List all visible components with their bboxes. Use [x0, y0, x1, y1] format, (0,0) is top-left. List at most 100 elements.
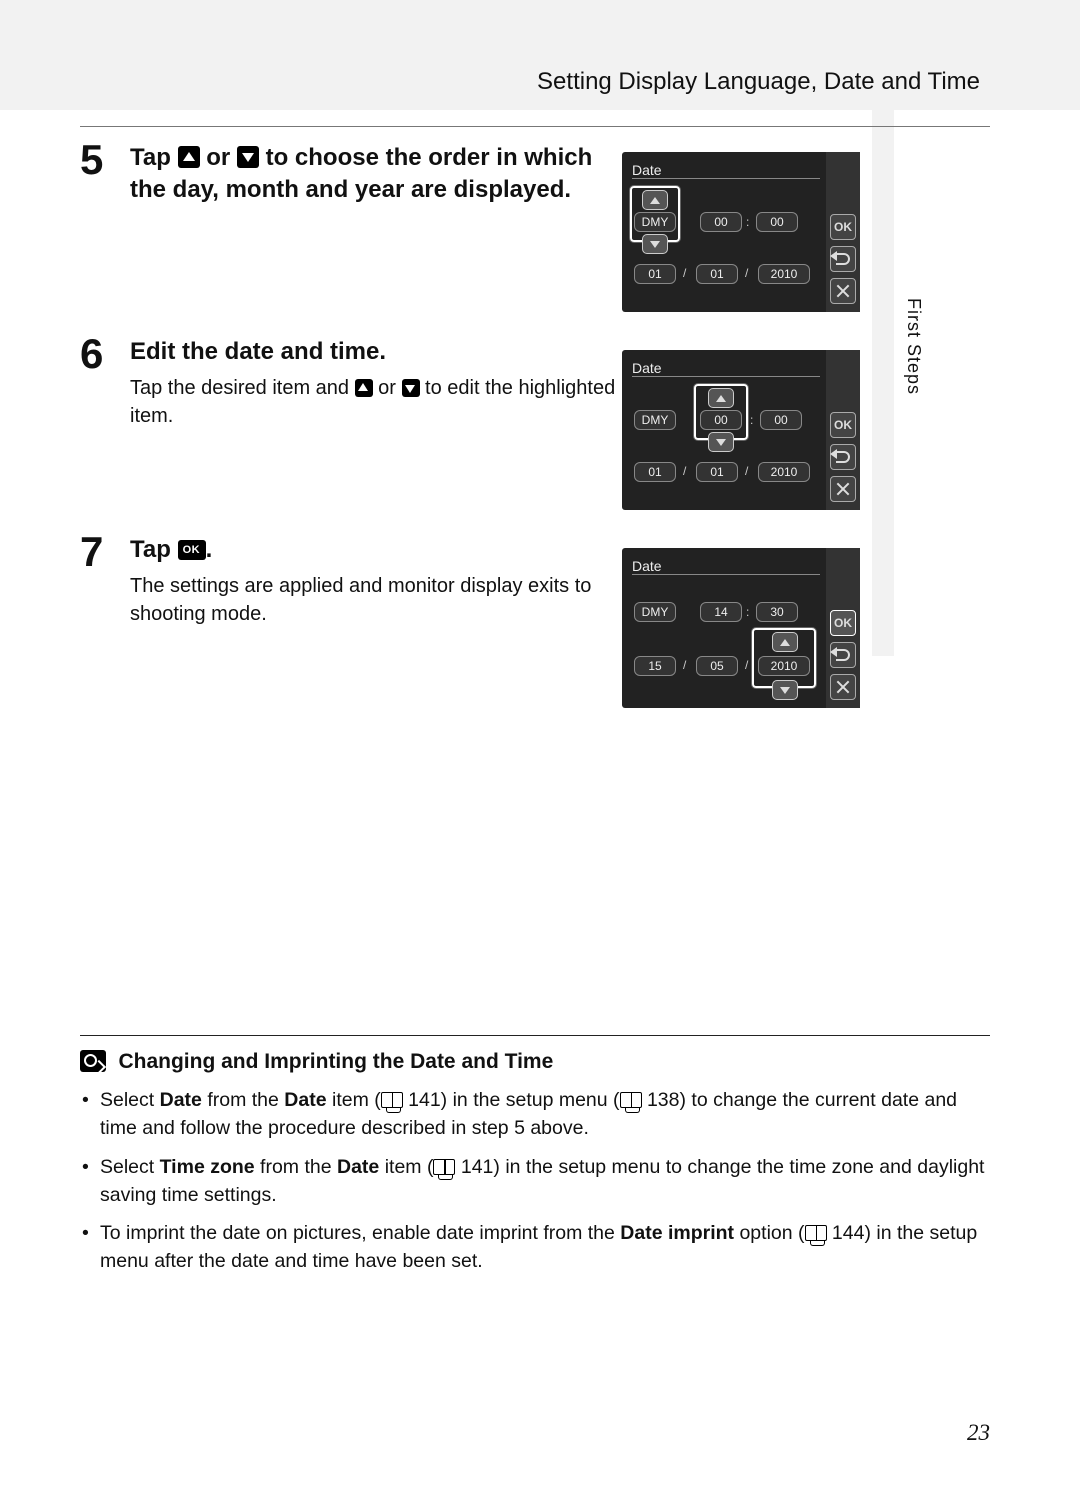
lcd-rule [632, 376, 820, 377]
arrow-down-button[interactable] [772, 680, 798, 700]
triangle-up-icon [650, 197, 660, 204]
note-item: Select Date from the Date item ( 141) in… [80, 1086, 990, 1143]
undo-icon [836, 649, 850, 661]
ok-button[interactable]: OK [830, 412, 856, 438]
text: Select [100, 1156, 160, 1178]
text: item ( [379, 1156, 433, 1178]
ok-button[interactable]: OK [830, 610, 856, 636]
text: or [200, 144, 237, 171]
manual-ref-icon [620, 1092, 642, 1108]
arrow-up-button[interactable] [708, 388, 734, 408]
undo-button[interactable] [830, 642, 856, 668]
undo-button[interactable] [830, 246, 856, 272]
text: or [373, 377, 402, 399]
triangle-down-icon [716, 439, 726, 446]
text: Tap [130, 536, 178, 563]
triangle-up-icon [780, 639, 790, 646]
lcd-screenshot-3: Date OK DMY 14 : 30 15 / 05 / 2010 [622, 548, 860, 708]
format-field[interactable]: DMY [634, 602, 676, 622]
arrow-down-button[interactable] [708, 432, 734, 452]
step-6-desc: Tap the desired item and or to edit the … [130, 374, 620, 430]
minute-field[interactable]: 00 [756, 212, 798, 232]
lcd-screenshot-2: Date OK DMY 00 : 00 01 / 01 / 2010 [622, 350, 860, 510]
day-field[interactable]: 15 [634, 656, 676, 676]
month-field[interactable]: 05 [696, 656, 738, 676]
step-5-title: Tap or to choose the order in which the … [130, 142, 630, 207]
manual-ref-icon [433, 1159, 455, 1175]
text: Tap the desired item and [130, 377, 355, 399]
minute-field[interactable]: 00 [760, 410, 802, 430]
triangle-down-icon [650, 241, 660, 248]
bold-text: Time zone [160, 1156, 255, 1178]
close-button[interactable] [830, 476, 856, 502]
year-field[interactable]: 2010 [758, 264, 810, 284]
day-field[interactable]: 01 [634, 264, 676, 284]
minute-field[interactable]: 30 [756, 602, 798, 622]
info-icon [80, 1050, 106, 1072]
bold-text: Date [160, 1089, 202, 1111]
lcd-title: Date [632, 360, 662, 376]
manual-page: Setting Display Language, Date and Time … [0, 0, 1080, 1486]
text: from the [255, 1156, 337, 1178]
page-number: 23 [967, 1420, 990, 1446]
undo-icon [836, 451, 850, 463]
lcd-screenshot-1: Date OK DMY 00 : 00 01 / 01 / 2010 [622, 152, 860, 312]
day-field[interactable]: 01 [634, 462, 676, 482]
text: from the [202, 1089, 284, 1111]
header-rule [80, 126, 990, 127]
hour-field[interactable]: 14 [700, 602, 742, 622]
text: To imprint the date on pictures, enable … [100, 1222, 620, 1244]
up-arrow-icon [178, 146, 200, 168]
step-6-title: Edit the date and time. [130, 336, 630, 368]
notes-list: Select Date from the Date item ( 141) in… [80, 1086, 990, 1276]
ok-button[interactable]: OK [830, 214, 856, 240]
ok-icon [178, 540, 206, 560]
text: item ( [327, 1089, 381, 1111]
close-icon [836, 680, 850, 694]
step-7-title: Tap . [130, 534, 630, 566]
hour-field[interactable]: 00 [700, 212, 742, 232]
month-field[interactable]: 01 [696, 264, 738, 284]
text: . [206, 536, 213, 563]
text: option ( [734, 1222, 804, 1244]
bold-text: Date [337, 1156, 379, 1178]
close-button[interactable] [830, 674, 856, 700]
text: Select [100, 1089, 160, 1111]
step-7-desc: The settings are applied and monitor dis… [130, 572, 620, 628]
year-field[interactable]: 2010 [758, 656, 810, 676]
step-number: 7 [80, 528, 103, 576]
arrow-up-button[interactable] [772, 632, 798, 652]
bold-text: Date [284, 1089, 326, 1111]
arrow-up-button[interactable] [642, 190, 668, 210]
down-arrow-icon [237, 146, 259, 168]
year-field[interactable]: 2010 [758, 462, 810, 482]
lcd-title: Date [632, 162, 662, 178]
close-icon [836, 482, 850, 496]
slash: / [745, 464, 748, 478]
note-item: To imprint the date on pictures, enable … [80, 1219, 990, 1276]
notes-heading: Changing and Imprinting the Date and Tim… [80, 1050, 990, 1074]
month-field[interactable]: 01 [696, 462, 738, 482]
slash: / [745, 658, 748, 672]
hour-field[interactable]: 00 [700, 410, 742, 430]
step-number: 5 [80, 136, 103, 184]
colon: : [750, 413, 753, 427]
undo-icon [836, 253, 850, 265]
format-field[interactable]: DMY [634, 212, 676, 232]
up-arrow-icon [355, 379, 373, 397]
close-icon [836, 284, 850, 298]
slash: / [683, 266, 686, 280]
text: 141) in the setup menu ( [403, 1089, 620, 1111]
down-arrow-icon [402, 379, 420, 397]
notes-title: Changing and Imprinting the Date and Tim… [118, 1050, 553, 1073]
arrow-down-button[interactable] [642, 234, 668, 254]
triangle-down-icon [780, 687, 790, 694]
undo-button[interactable] [830, 444, 856, 470]
page-title: Setting Display Language, Date and Time [537, 68, 980, 96]
close-button[interactable] [830, 278, 856, 304]
format-field[interactable]: DMY [634, 410, 676, 430]
text: Tap [130, 144, 178, 171]
bold-text: Date imprint [620, 1222, 734, 1244]
colon: : [746, 605, 749, 619]
step-number: 6 [80, 330, 103, 378]
